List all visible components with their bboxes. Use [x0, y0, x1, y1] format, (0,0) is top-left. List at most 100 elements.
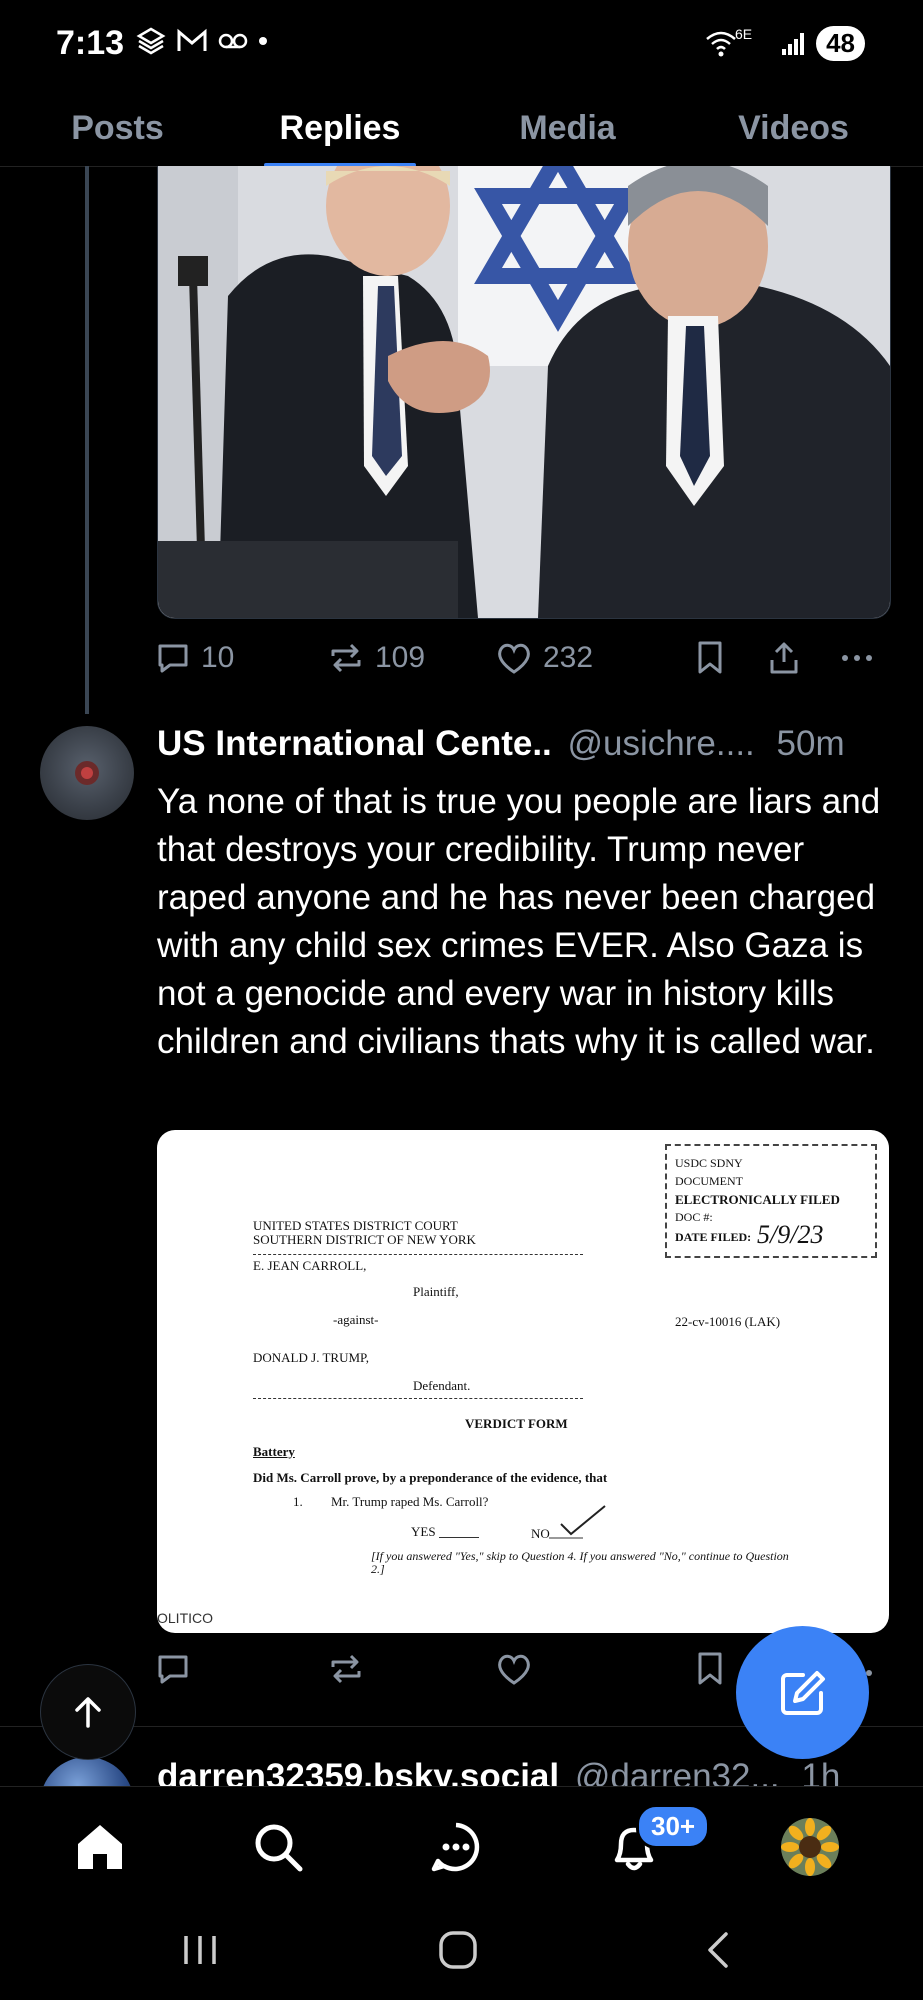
- author-handle[interactable]: @darren32...: [575, 1757, 780, 1787]
- author-name[interactable]: darren32359.bsky.social: [157, 1757, 559, 1787]
- stamp-line: ELECTRONICALLY FILED: [675, 1192, 840, 1207]
- form-title: VERDICT FORM: [465, 1416, 568, 1431]
- plaintiff-label: Plaintiff,: [413, 1284, 459, 1299]
- network-type: 6E: [734, 25, 753, 42]
- heart-icon: [498, 643, 530, 674]
- author-name[interactable]: US International Cente..: [157, 724, 552, 763]
- repost-icon: [331, 1654, 361, 1684]
- checkmark-icon: [549, 1505, 606, 1539]
- case-number: 22-cv-10016 (LAK): [675, 1314, 781, 1329]
- post-header: darren32359.bsky.social @darren32... 1h: [157, 1757, 840, 1787]
- like-button[interactable]: [495, 1651, 533, 1687]
- gmail-icon: [177, 28, 207, 51]
- reply-button[interactable]: [155, 1651, 191, 1687]
- compose-icon: [780, 1670, 825, 1715]
- share-icon: [770, 642, 798, 674]
- form-instruction: [If you answered "Yes," skip to Question…: [371, 1549, 789, 1576]
- bookmark-icon: [698, 641, 722, 674]
- scroll-to-top-button[interactable]: [40, 1664, 136, 1760]
- nav-chat[interactable]: [420, 1811, 492, 1883]
- yes-label: YES: [411, 1524, 436, 1539]
- post-time: 1h: [801, 1757, 841, 1787]
- tab-replies[interactable]: Replies: [264, 90, 416, 167]
- avatar[interactable]: [40, 1757, 134, 1787]
- stamp-date: 5/9/23: [757, 1220, 824, 1249]
- reply-button[interactable]: 10: [155, 640, 234, 676]
- chat-icon: [431, 1822, 480, 1872]
- repost-button[interactable]: [327, 1651, 365, 1687]
- heart-icon: [498, 1654, 530, 1685]
- author-handle[interactable]: @usichre....: [568, 724, 755, 763]
- post-image-document[interactable]: USDC SDNY DOCUMENT ELECTRONICALLY FILED …: [157, 1130, 889, 1633]
- plaintiff-name: E. JEAN CARROLL,: [253, 1258, 367, 1273]
- bookmark-icon: [698, 1652, 722, 1685]
- back-chevron-icon: [708, 1932, 728, 1968]
- tab-media[interactable]: Media: [490, 90, 645, 166]
- notifications-badge: 30+: [636, 1804, 711, 1849]
- repost-icon: [331, 643, 361, 673]
- profile-tabs: Posts Replies Media Videos: [0, 90, 923, 167]
- defendant-label: Defendant.: [413, 1378, 471, 1393]
- recent-apps-button[interactable]: [178, 1928, 222, 1977]
- reply-icon: [158, 644, 188, 673]
- form-section: Battery: [253, 1444, 295, 1459]
- post-image-photo[interactable]: [157, 166, 891, 619]
- bottom-nav: [0, 1786, 923, 1907]
- search-icon: [255, 1824, 303, 1872]
- system-navigation-bar: [0, 1906, 923, 2000]
- sunflower-avatar-icon: [781, 1818, 839, 1876]
- compose-button[interactable]: [736, 1626, 869, 1759]
- item-number: 1.: [293, 1494, 303, 1509]
- notification-icons: [136, 26, 268, 56]
- home-icon: [78, 1825, 122, 1869]
- arrow-up-icon: [75, 1697, 101, 1728]
- image-source-credit: OLITICO: [157, 1610, 214, 1626]
- more-options-button[interactable]: [839, 640, 875, 676]
- court-district: SOUTHERN DISTRICT OF NEW YORK: [253, 1232, 476, 1247]
- layers-icon: [136, 27, 166, 55]
- system-status-icons: 6E 48: [705, 26, 865, 61]
- yes-blank: [439, 1537, 479, 1538]
- no-label: NO: [531, 1526, 550, 1541]
- battery-level: 48: [816, 26, 865, 61]
- post-header: US International Cente.. @usichre.... 50…: [157, 724, 897, 764]
- share-button[interactable]: [767, 640, 801, 676]
- recent-apps-icon: [184, 1936, 216, 1964]
- against-label: -against-: [333, 1312, 379, 1327]
- thread-connector: [85, 166, 89, 714]
- signal-icon: [782, 32, 805, 55]
- post-text: Ya none of that is true you people are l…: [157, 782, 881, 1061]
- stamp-line: DOC #:: [675, 1210, 713, 1224]
- status-bar: 7:13 6E 48: [0, 0, 923, 90]
- like-button[interactable]: 232: [495, 640, 593, 676]
- stamp-line: DOCUMENT: [675, 1174, 743, 1188]
- status-time: 7:13: [56, 24, 125, 62]
- photo-illustration: [158, 166, 890, 618]
- tab-videos[interactable]: Videos: [716, 90, 871, 166]
- bookmark-button[interactable]: [695, 1651, 725, 1687]
- reply-icon: [158, 1655, 188, 1684]
- nav-search[interactable]: [242, 1811, 314, 1883]
- post-actions: 10 109 232: [155, 640, 875, 690]
- more-icon: [842, 655, 872, 661]
- post-time: 50m: [776, 724, 845, 763]
- home-system-button[interactable]: [436, 1928, 480, 1977]
- item-text: Mr. Trump raped Ms. Carroll?: [331, 1494, 489, 1509]
- nav-home[interactable]: [64, 1811, 136, 1883]
- nav-profile[interactable]: [774, 1811, 846, 1883]
- voicemail-icon: [218, 33, 248, 49]
- avatar[interactable]: [40, 726, 134, 820]
- dot-icon: [259, 37, 267, 45]
- home-circle-icon: [439, 1931, 477, 1969]
- tab-posts[interactable]: Posts: [40, 90, 195, 166]
- avatar-emblem-icon: [75, 761, 99, 785]
- repost-button[interactable]: 109: [327, 640, 425, 676]
- defendant-name: DONALD J. TRUMP,: [253, 1350, 370, 1365]
- form-question: Did Ms. Carroll prove, by a preponderanc…: [253, 1470, 608, 1485]
- bookmark-button[interactable]: [695, 640, 725, 676]
- separator: [253, 1254, 583, 1255]
- stamp-line: USDC SDNY: [675, 1156, 743, 1170]
- separator: [253, 1398, 583, 1399]
- stamp-line: DATE FILED:: [675, 1230, 752, 1244]
- back-system-button[interactable]: [696, 1928, 740, 1977]
